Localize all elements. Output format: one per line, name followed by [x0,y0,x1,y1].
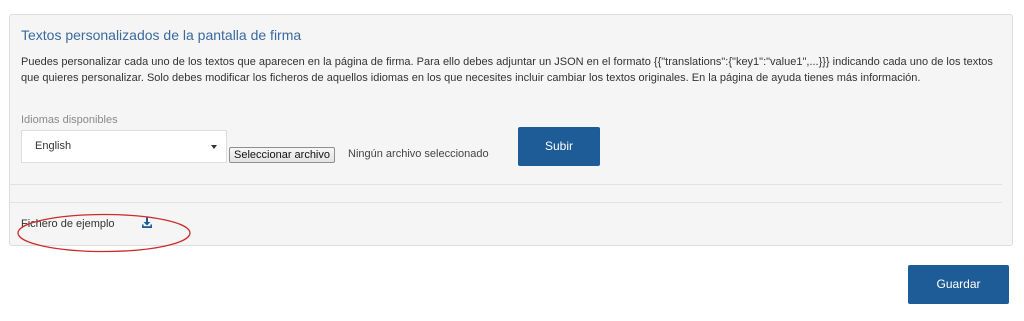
custom-texts-panel: Textos personalizados de la pantalla de … [9,14,1013,253]
sample-file-link[interactable]: Fichero de ejemplo [21,218,115,230]
choose-file-button[interactable]: Seleccionar archivo [229,147,335,163]
caret-down-icon [211,145,217,149]
panel-description: Puedes personalizar cada uno de los text… [21,56,993,84]
divider [10,184,1002,185]
panel-title: Textos personalizados de la pantalla de … [21,27,302,43]
languages-label: Idiomas disponibles [21,114,118,126]
language-select-value: English [35,140,72,152]
divider [10,202,1002,203]
language-select[interactable]: English [21,130,227,163]
download-icon[interactable] [141,217,153,229]
file-status-text: Ningún archivo seleccionado [348,148,489,160]
save-button[interactable]: Guardar [908,265,1009,304]
upload-button[interactable]: Subir [518,127,600,166]
